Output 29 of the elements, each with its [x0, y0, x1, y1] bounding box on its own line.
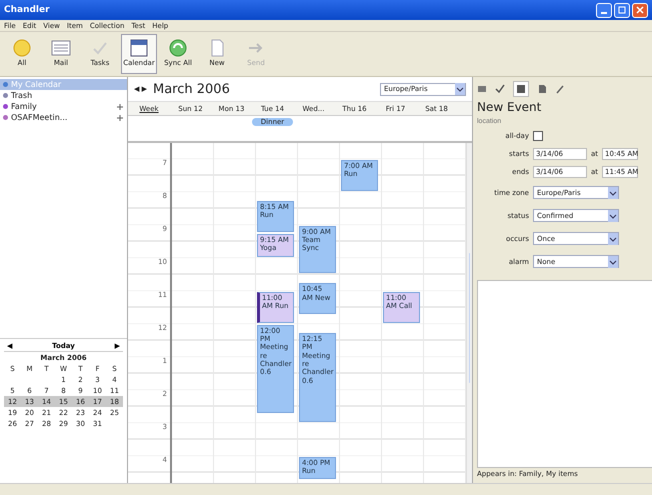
- dropdown-icon: [608, 256, 618, 268]
- window-title: Chandler: [4, 5, 51, 15]
- maximize-icon: [618, 6, 626, 14]
- sync-icon: [167, 37, 189, 59]
- share-icon: [116, 102, 124, 110]
- sidebar-calendar-entry[interactable]: Trash: [0, 90, 127, 101]
- minimize-button[interactable]: [596, 2, 612, 18]
- event-title[interactable]: New Event: [477, 100, 652, 114]
- close-icon: [636, 6, 644, 14]
- scrollbar[interactable]: [466, 143, 472, 483]
- dropdown-icon: [455, 83, 465, 95]
- calendar-icon[interactable]: [513, 81, 529, 97]
- sun-icon: [11, 37, 33, 59]
- sidebar-calendar-entry[interactable]: Family: [0, 101, 127, 112]
- dropdown-icon: [608, 210, 618, 222]
- notes-field[interactable]: [477, 280, 652, 468]
- close-button[interactable]: [632, 2, 648, 18]
- pencil-icon[interactable]: [555, 84, 565, 94]
- calendar-icon: [128, 37, 150, 59]
- sidebar-calendar-entry[interactable]: OSAFMeetin...: [0, 112, 127, 123]
- dropdown-icon: [608, 186, 618, 198]
- mail-icon[interactable]: [477, 84, 487, 94]
- maximize-button[interactable]: [614, 2, 630, 18]
- all-day-checkbox[interactable]: [533, 131, 543, 141]
- dropdown-icon: [608, 232, 618, 244]
- page-icon[interactable]: [537, 84, 547, 94]
- share-icon: [116, 114, 124, 122]
- check-icon[interactable]: [495, 84, 505, 94]
- month-title: March 2006: [153, 82, 231, 96]
